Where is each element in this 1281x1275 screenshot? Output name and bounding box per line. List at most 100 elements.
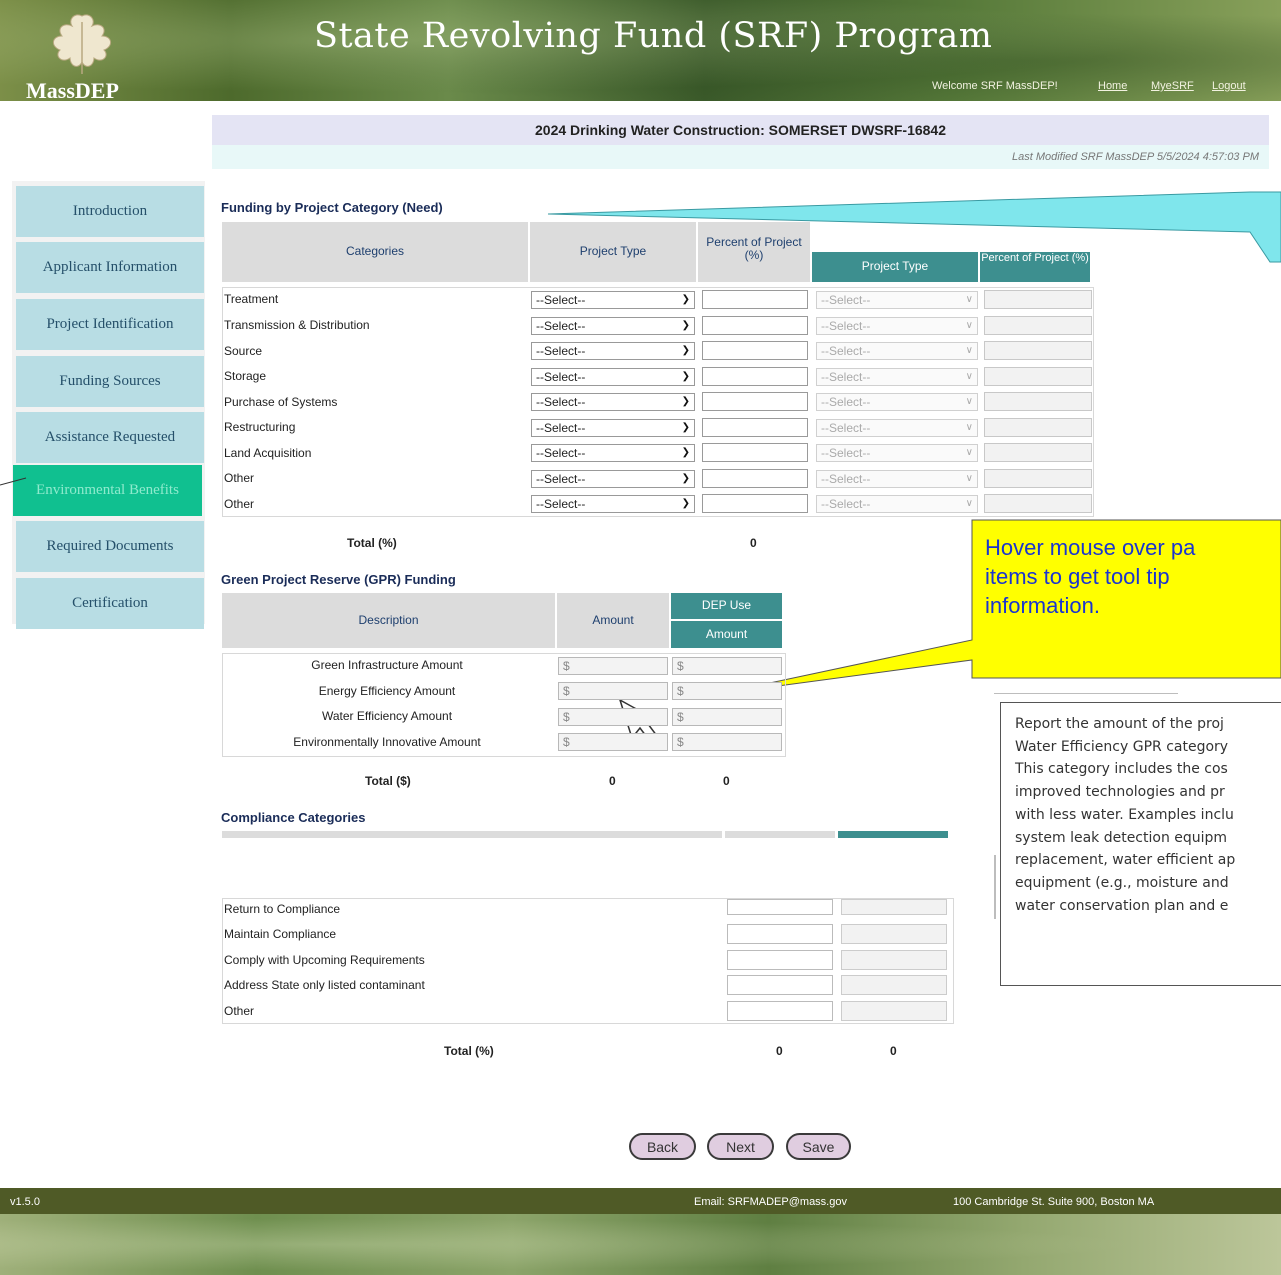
home-link[interactable]: Home (1098, 80, 1127, 92)
gpr-amount-header: Amount (557, 593, 669, 648)
project-type-select[interactable]: --Select-- ❯ (531, 368, 695, 386)
row-label-transmission: Transmission & Distribution (224, 318, 370, 332)
percent-input[interactable] (702, 367, 808, 386)
percent-input[interactable] (702, 443, 808, 462)
compliance-section-title: Compliance Categories (221, 810, 366, 825)
percent-input[interactable] (702, 494, 808, 513)
footer-decoration (0, 1214, 1281, 1275)
select-value: --Select-- (821, 497, 871, 511)
gpr-amount-input[interactable]: $ (558, 657, 668, 675)
project-type-select[interactable]: --Select-- ❯ (531, 470, 695, 488)
project-type-select[interactable]: --Select-- ❯ (531, 317, 695, 335)
compliance-input[interactable] (727, 975, 833, 995)
tooltip-line: system leak detection equipm (1015, 829, 1228, 846)
back-button[interactable]: Back (629, 1133, 696, 1160)
tooltip-line: improved technologies and pr (1015, 784, 1225, 801)
compliance-header-bar (725, 831, 835, 838)
compliance-row-label: Maintain Compliance (224, 927, 337, 941)
row-label-treatment: Treatment (224, 292, 279, 306)
funding-total-value: 0 (750, 536, 757, 550)
chevron-down-icon: ∨ (965, 294, 973, 305)
chevron-down-icon: ∨ (965, 498, 973, 509)
chevron-down-icon: ❯ (681, 473, 690, 484)
gpr-amount-input[interactable]: $ (558, 733, 668, 751)
dollar-prefix: $ (677, 684, 684, 698)
dep-project-type-select: --Select-- ∨ (816, 470, 978, 488)
row-label-storage: Storage (224, 369, 267, 383)
compliance-row-label: Comply with Upcoming Requirements (224, 953, 425, 967)
dep-project-type-select: --Select-- ∨ (816, 317, 978, 335)
compliance-input[interactable] (727, 1001, 833, 1021)
percent-input[interactable] (702, 316, 808, 335)
org-label: MassDEP (26, 78, 119, 103)
myesrf-link[interactable]: MyeSRF (1151, 80, 1194, 92)
dep-project-type-header: Project Type (812, 252, 978, 282)
project-type-select[interactable]: --Select-- ❯ (531, 444, 695, 462)
chevron-down-icon: ∨ (965, 320, 973, 331)
percent-input[interactable] (702, 290, 808, 309)
compliance-header-bar (222, 831, 722, 838)
sidebar-item-environmental-benefits[interactable]: Environmental Benefits (13, 465, 202, 516)
gpr-dep-amount-input: $ (672, 708, 782, 726)
select-value: --Select-- (536, 421, 586, 435)
compliance-input[interactable] (727, 899, 833, 915)
gpr-amount-input[interactable]: $ (558, 682, 668, 700)
project-type-select[interactable]: --Select-- ❯ (531, 495, 695, 513)
chevron-down-icon: ❯ (681, 345, 690, 356)
tooltip-line: with less water. Examples inclu (1015, 806, 1234, 823)
logout-link[interactable]: Logout (1212, 80, 1246, 92)
select-value: --Select-- (821, 370, 871, 384)
gpr-amount-input[interactable]: $ (558, 708, 668, 726)
tooltip-line: Water Efficiency GPR category (1015, 738, 1229, 755)
percent-header: Percent of Project (%) (698, 222, 810, 282)
percent-input[interactable] (702, 418, 808, 437)
hidden-panel-edge (994, 855, 996, 919)
hover-callout-line: information. (985, 593, 1100, 618)
sidebar-item-project-identification[interactable]: Project Identification (16, 299, 204, 350)
sidebar-item-required-documents[interactable]: Required Documents (16, 521, 204, 572)
gpr-dep-amount-input: $ (672, 682, 782, 700)
chevron-down-icon: ∨ (965, 473, 973, 484)
compliance-input[interactable] (727, 924, 833, 944)
dep-project-type-select: --Select-- ∨ (816, 393, 978, 411)
select-value: --Select-- (821, 319, 871, 333)
project-type-select[interactable]: --Select-- ❯ (531, 393, 695, 411)
tooltip-panel: Report the amount of the proj Water Effi… (1000, 702, 1281, 986)
chevron-down-icon: ❯ (681, 396, 690, 407)
select-value: --Select-- (536, 344, 586, 358)
compliance-dep-input (841, 1001, 947, 1021)
gpr-row-label: Green Infrastructure Amount (311, 658, 463, 672)
sidebar-item-certification[interactable]: Certification (16, 578, 204, 629)
gpr-total-label: Total ($) (365, 774, 411, 788)
project-type-select[interactable]: --Select-- ❯ (531, 419, 695, 437)
project-type-select[interactable]: --Select-- ❯ (531, 342, 695, 360)
dep-percent-input (984, 316, 1092, 335)
row-label-other: Other (224, 471, 255, 485)
chevron-down-icon: ∨ (965, 422, 973, 433)
chevron-down-icon: ❯ (681, 371, 690, 382)
sidebar-item-assistance-requested[interactable]: Assistance Requested (16, 412, 204, 463)
sidebar-item-funding-sources[interactable]: Funding Sources (16, 356, 204, 407)
percent-input[interactable] (702, 469, 808, 488)
footer-email[interactable]: Email: SRFMADEP@mass.gov (694, 1196, 847, 1208)
dep-project-type-select: --Select-- ∨ (816, 291, 978, 309)
compliance-input[interactable] (727, 950, 833, 970)
hidden-panel-edge (994, 693, 1178, 694)
compliance-row-label: Other (224, 1004, 255, 1018)
save-button[interactable]: Save (786, 1133, 851, 1160)
select-value: --Select-- (536, 370, 586, 384)
gpr-dep-amount-header: Amount (671, 621, 782, 648)
dep-percent-input (984, 443, 1092, 462)
dep-percent-input (984, 341, 1092, 360)
select-value: --Select-- (821, 421, 871, 435)
percent-input[interactable] (702, 392, 808, 411)
percent-input[interactable] (702, 341, 808, 360)
sidebar-item-applicant-information[interactable]: Applicant Information (16, 242, 204, 293)
chevron-down-icon: ❯ (681, 320, 690, 331)
next-button[interactable]: Next (707, 1133, 774, 1160)
row-label-source: Source (224, 344, 263, 358)
dollar-prefix: $ (677, 710, 684, 724)
sidebar-item-introduction[interactable]: Introduction (16, 186, 204, 237)
project-type-select[interactable]: --Select-- ❯ (531, 291, 695, 309)
chevron-down-icon: ∨ (965, 396, 973, 407)
